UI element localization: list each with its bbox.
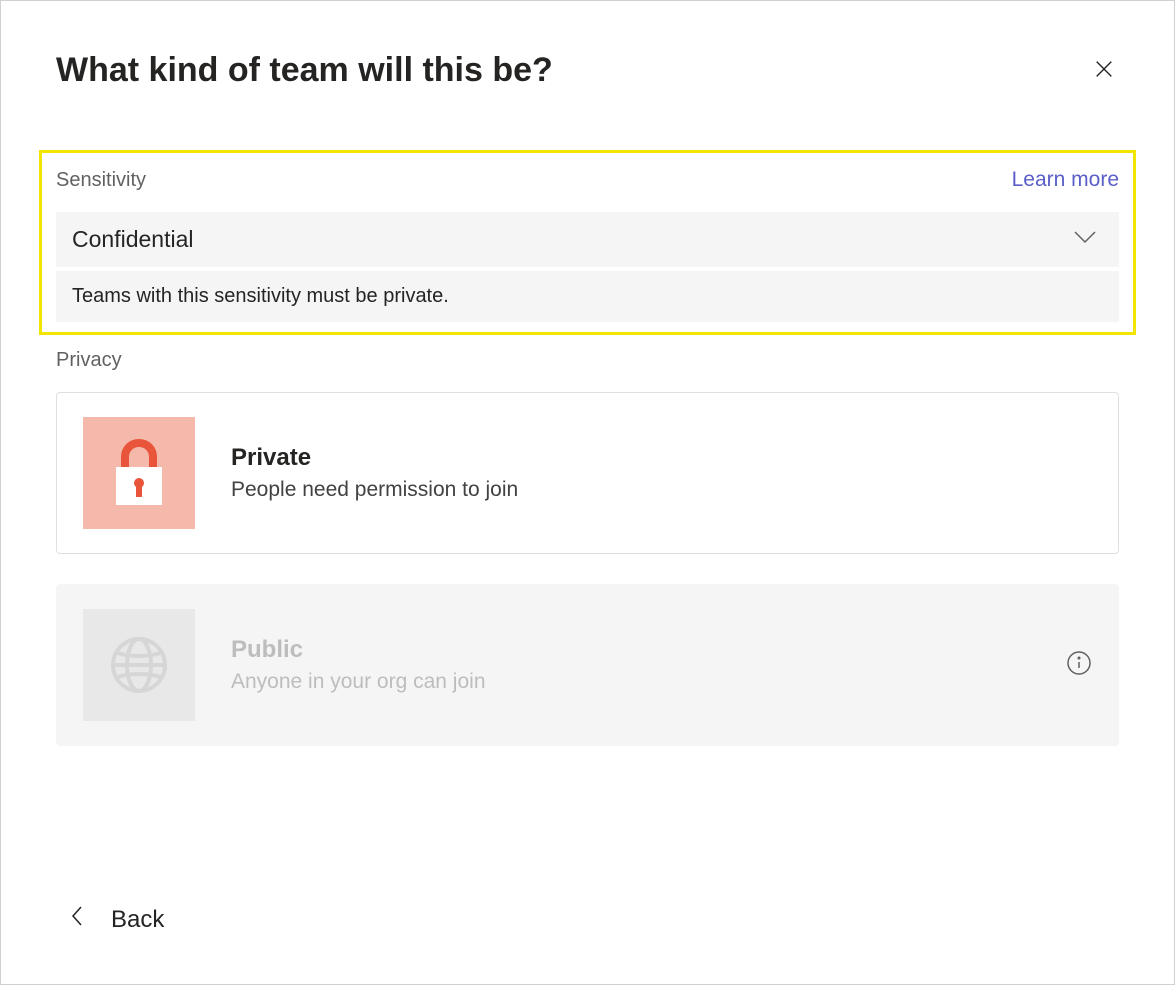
privacy-option-private[interactable]: Private People need permission to join bbox=[56, 392, 1119, 554]
back-button[interactable]: Back bbox=[71, 905, 164, 934]
sensitivity-label: Sensitivity bbox=[56, 169, 146, 192]
back-button-label: Back bbox=[111, 906, 164, 934]
public-option-title: Public bbox=[231, 636, 1030, 664]
sensitivity-note: Teams with this sensitivity must be priv… bbox=[56, 271, 1119, 322]
public-option-description: Anyone in your org can join bbox=[231, 670, 1030, 694]
chevron-left-icon bbox=[71, 905, 83, 934]
lock-icon bbox=[83, 417, 195, 529]
chevron-down-icon bbox=[1073, 230, 1097, 249]
sensitivity-selected-value: Confidential bbox=[72, 226, 193, 253]
private-option-title: Private bbox=[231, 444, 1092, 472]
dialog-title: What kind of team will this be? bbox=[56, 51, 553, 90]
globe-icon bbox=[83, 609, 195, 721]
sensitivity-section-highlight: Sensitivity Learn more Confidential Team… bbox=[39, 150, 1136, 335]
info-icon[interactable] bbox=[1066, 650, 1092, 681]
privacy-option-public: Public Anyone in your org can join bbox=[56, 584, 1119, 746]
close-icon bbox=[1093, 68, 1115, 83]
learn-more-link[interactable]: Learn more bbox=[1012, 168, 1119, 192]
privacy-label: Privacy bbox=[56, 349, 1119, 372]
private-option-description: People need permission to join bbox=[231, 478, 1092, 502]
close-button[interactable] bbox=[1089, 54, 1119, 87]
sensitivity-dropdown[interactable]: Confidential bbox=[56, 212, 1119, 267]
